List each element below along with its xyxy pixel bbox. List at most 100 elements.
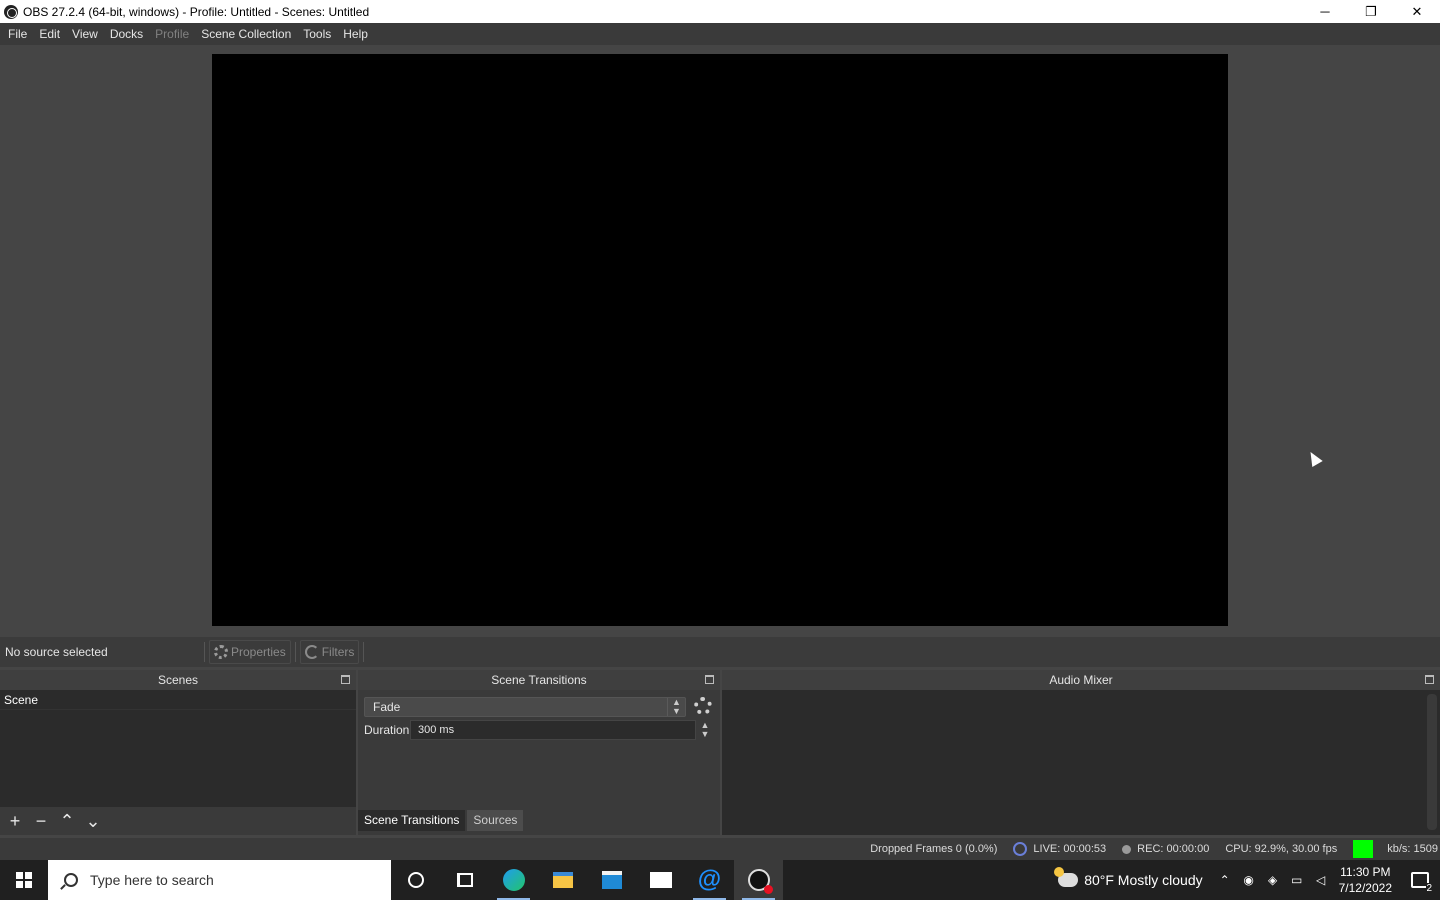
undock-icon[interactable] (705, 675, 714, 684)
transition-properties-gear-icon[interactable] (694, 697, 712, 715)
add-scene-button[interactable]: + (4, 810, 26, 832)
menu-scene-collection[interactable]: Scene Collection (195, 23, 297, 45)
dropped-frames: Dropped Frames 0 (0.0%) (870, 843, 998, 855)
obs-logo-icon (4, 4, 18, 19)
divider (294, 642, 296, 662)
transitions-title: Scene Transitions (491, 673, 587, 687)
live-broadcast-icon (1013, 842, 1028, 856)
restore-button[interactable]: ❐ (1348, 0, 1394, 23)
minimize-button[interactable]: ─ (1302, 0, 1348, 23)
scenes-dock: Scenes Scene + − ⌃ ⌄ (0, 670, 356, 835)
store-app[interactable] (587, 860, 636, 900)
filters-label: Filters (321, 645, 355, 659)
mail-app[interactable] (636, 860, 685, 900)
transition-select-value: Fade (373, 700, 401, 714)
undock-icon[interactable] (341, 675, 350, 684)
cortana-button[interactable] (391, 860, 440, 900)
dock-tabs: Scene Transitions Sources (358, 810, 525, 831)
menu-profile[interactable]: Profile (149, 23, 195, 45)
menu-help[interactable]: Help (337, 23, 374, 45)
audio-mixer-dock: Audio Mixer (722, 670, 1440, 835)
volume-muted-icon[interactable]: ◁ (1314, 873, 1328, 887)
menu-tools[interactable]: Tools (297, 23, 337, 45)
duration-label: Duration (364, 723, 410, 737)
clock-date: 7/12/2022 (1338, 881, 1392, 895)
transitions-dock-title: Scene Transitions (358, 670, 720, 690)
preview-canvas[interactable] (212, 54, 1228, 626)
window-title: OBS 27.2.4 (64-bit, windows) - Profile: … (23, 4, 370, 19)
clock[interactable]: 11:30 PM 7/12/2022 (1339, 864, 1392, 896)
cpu-status: CPU: 92.9%, 30.00 fps (1225, 843, 1338, 855)
windows-logo-icon (16, 872, 32, 888)
mail-icon (649, 872, 672, 888)
store-icon (601, 871, 622, 889)
close-button[interactable]: ✕ (1394, 0, 1440, 23)
tab-scene-transitions[interactable]: Scene Transitions (358, 810, 466, 831)
task-view-button[interactable] (440, 860, 489, 900)
scenes-toolbar: + − ⌃ ⌄ (0, 807, 356, 835)
menu-bar: File Edit View Docks Profile Scene Colle… (0, 23, 1440, 45)
live-status: LIVE: 00:00:53 (1013, 842, 1106, 856)
connection-health-indicator (1353, 840, 1374, 858)
webcam-icon[interactable]: ◉ (1242, 873, 1256, 887)
taskbar-search[interactable]: Type here to search (48, 860, 391, 900)
network-icon[interactable]: ▭ (1290, 873, 1304, 887)
mixer-title: Audio Mixer (1049, 673, 1113, 687)
cloudy-weather-icon[interactable] (1054, 867, 1079, 887)
menu-edit[interactable]: Edit (33, 23, 66, 45)
properties-button[interactable]: Properties (209, 640, 291, 664)
duration-input[interactable]: 300 ms ▲ ▼ (410, 720, 709, 740)
filters-button[interactable]: Filters (299, 640, 360, 664)
obs-app-icon (747, 869, 773, 894)
duration-spinner-icon[interactable]: ▲ ▼ (697, 721, 713, 739)
gear-icon (214, 645, 228, 659)
weather-text[interactable]: 80°F Mostly cloudy (1084, 872, 1202, 888)
menu-file[interactable]: File (2, 23, 33, 45)
undock-icon[interactable] (1425, 675, 1434, 684)
window-controls: ─ ❐ ✕ (1302, 0, 1440, 23)
scene-item[interactable]: Scene (0, 690, 356, 710)
at-sign-icon: @ (697, 866, 722, 893)
tab-sources[interactable]: Sources (467, 810, 524, 831)
search-placeholder: Type here to search (90, 872, 214, 888)
divider (363, 642, 365, 662)
no-source-label: No source selected (5, 645, 108, 659)
menu-docks[interactable]: Docks (104, 23, 149, 45)
properties-label: Properties (231, 645, 286, 659)
status-bar: Dropped Frames 0 (0.0%) LIVE: 00:00:53 R… (0, 838, 1440, 860)
move-scene-up-button[interactable]: ⌃ (56, 810, 78, 832)
chevron-up-icon[interactable]: ⌃ (1218, 873, 1232, 887)
edge-icon (502, 869, 525, 891)
mixer-scrollbar[interactable] (1427, 694, 1437, 830)
at-app[interactable]: @ (685, 860, 734, 900)
mixer-body (722, 690, 1440, 835)
system-tray: 80°F Mostly cloudy ⌃ ◉ ◈ ▭ ◁ 11:30 PM 7/… (1054, 860, 1440, 900)
windows-taskbar: Type here to search @ 80°F Mostly cloudy… (0, 860, 1440, 900)
search-icon (64, 873, 78, 887)
filter-icon (304, 645, 319, 659)
scenes-dock-title: Scenes (0, 670, 356, 690)
notification-center-button[interactable]: 2 (1400, 860, 1440, 900)
remove-scene-button[interactable]: − (30, 810, 52, 832)
title-bar: OBS 27.2.4 (64-bit, windows) - Profile: … (0, 0, 1440, 23)
source-toolbar: No source selected Properties Filters (0, 637, 1440, 667)
transition-select[interactable]: Fade ▲ ▼ (364, 697, 686, 717)
cortana-icon (407, 872, 424, 888)
duration-value: 300 ms (418, 724, 455, 736)
move-scene-down-button[interactable]: ⌄ (82, 810, 104, 832)
scenes-list: Scene (0, 690, 356, 807)
bitrate-status: kb/s: 1509 (1387, 843, 1438, 855)
obs-tray-icon[interactable]: ◈ (1266, 873, 1280, 887)
edge-app[interactable] (489, 860, 538, 900)
obs-app[interactable] (734, 860, 783, 900)
mixer-dock-title: Audio Mixer (722, 670, 1440, 690)
scenes-title: Scenes (157, 673, 199, 687)
file-explorer-app[interactable] (538, 860, 587, 900)
record-dot-icon (1122, 844, 1132, 854)
notification-count: 2 (1426, 883, 1432, 894)
clock-time: 11:30 PM (1340, 865, 1391, 879)
select-arrows-icon: ▲ ▼ (667, 698, 685, 716)
task-view-icon (456, 873, 473, 887)
menu-view[interactable]: View (66, 23, 104, 45)
start-button[interactable] (0, 860, 48, 900)
